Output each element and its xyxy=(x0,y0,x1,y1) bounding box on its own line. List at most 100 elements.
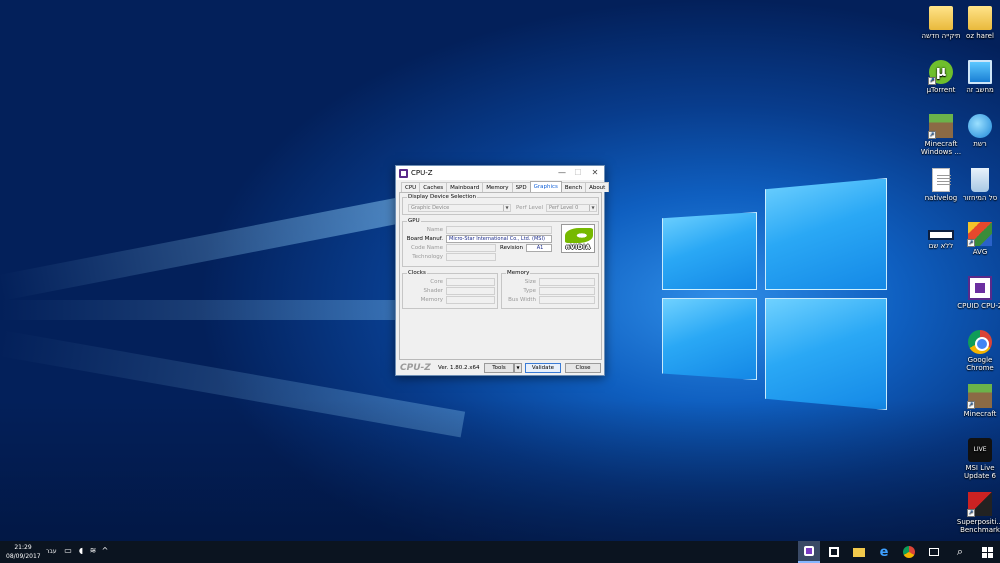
desktop-icon-avg[interactable]: ↗ AVG xyxy=(953,222,1000,256)
close-button[interactable]: Close xyxy=(565,363,601,373)
core-clock-field xyxy=(446,278,495,286)
tab-about[interactable]: About xyxy=(585,182,610,192)
window-titlebar[interactable]: CPU-Z — ☐ ✕ xyxy=(396,166,604,180)
revision-field: A1 xyxy=(526,244,552,252)
taskbar-chrome[interactable] xyxy=(898,541,920,563)
taskbar-task-view[interactable] xyxy=(923,541,945,563)
tab-caches[interactable]: Caches xyxy=(419,182,448,192)
minecraft-icon: ↗ xyxy=(967,384,992,409)
action-center-icon[interactable]: ▭ xyxy=(63,546,73,556)
shader-clock-field xyxy=(446,287,495,295)
folder-icon xyxy=(929,6,953,30)
windows-logo-pane xyxy=(765,298,887,410)
task-view-icon xyxy=(929,548,939,556)
window-footer: CPU-Z Ver. 1.80.2.x64 Tools ▼ Validate C… xyxy=(396,361,604,375)
desktop-icon-oz-harel[interactable]: oz harel xyxy=(953,6,1000,40)
device-select[interactable]: Graphic Device ▼ xyxy=(408,204,511,212)
memory-clock-field xyxy=(446,296,495,304)
clock-date: 08/09/2017 xyxy=(6,553,41,560)
taskbar-edge[interactable]: e xyxy=(873,541,895,563)
shortcut-arrow-icon: ↗ xyxy=(967,401,975,409)
chevron-down-icon: ▼ xyxy=(589,205,596,211)
tab-spd[interactable]: SPD xyxy=(511,182,531,192)
superposition-icon: ↗ xyxy=(967,492,992,517)
device-select-value: Graphic Device xyxy=(411,205,450,211)
language-indicator[interactable]: עבר xyxy=(46,548,57,555)
close-window-button[interactable]: ✕ xyxy=(587,166,603,180)
graphics-panel: Display Device Selection Graphic Device … xyxy=(399,192,602,360)
maximize-button[interactable]: ☐ xyxy=(570,166,586,180)
desktop-icon-label: AVG xyxy=(972,248,988,256)
taskbar-search[interactable]: ⌕ xyxy=(948,541,972,563)
desktop-icon-label: oz harel xyxy=(966,32,994,40)
gpu-name-field xyxy=(446,226,552,234)
taskbar-store[interactable] xyxy=(823,541,845,563)
nvidia-logo-text: nVIDIA xyxy=(565,244,591,251)
tab-bench[interactable]: Bench xyxy=(560,182,587,192)
desktop-icon-network[interactable]: רשת xyxy=(953,114,1000,148)
desktop-icon-label: ללא שם xyxy=(928,242,954,250)
desktop-icon-recycle-bin[interactable]: סל המיחזור xyxy=(953,168,1000,202)
desktop-icon-label: סל המיחזור xyxy=(962,194,998,202)
cpuz-window[interactable]: CPU-Z — ☐ ✕ CPU Caches Mainboard Memory … xyxy=(395,165,610,376)
desktop-icon-label: Superpositi... Benchmark xyxy=(956,518,1000,534)
validate-button[interactable]: Validate xyxy=(525,363,561,373)
recycle-bin-icon xyxy=(971,168,989,192)
group-label: Display Device Selection xyxy=(407,194,477,201)
shortcut-arrow-icon: ↗ xyxy=(928,77,936,85)
tab-mainboard[interactable]: Mainboard xyxy=(446,182,484,192)
perf-level-select[interactable]: Perf Level 0 ▼ xyxy=(546,204,597,212)
nvidia-eye-icon xyxy=(565,228,593,243)
memory-clock-label: Memory xyxy=(420,297,443,303)
minimize-button[interactable]: — xyxy=(554,166,570,180)
chrome-icon xyxy=(903,546,915,558)
cpuz-app-icon xyxy=(399,168,408,178)
shortcut-arrow-icon: ↗ xyxy=(967,509,975,517)
perf-level-value: Perf Level 0 xyxy=(549,205,579,211)
taskbar-cpuz[interactable] xyxy=(798,541,820,563)
desktop-icon-msi-live-update[interactable]: LIVE MSI Live Update 6 xyxy=(953,438,1000,480)
desktop-icon-minecraft[interactable]: ↗ Minecraft xyxy=(953,384,1000,418)
clock-time: 21:29 xyxy=(14,544,32,551)
taskbar: 21:29 08/09/2017 עבר ▭ ◖ ≋ ^ e ⌕ xyxy=(0,541,1000,563)
shortcut-arrow-icon: ↗ xyxy=(967,239,975,247)
tab-cpu[interactable]: CPU xyxy=(401,182,421,192)
start-button[interactable] xyxy=(975,541,1000,563)
desktop-icon-this-pc[interactable]: מחשב זה xyxy=(953,60,1000,94)
perf-level-label: Perf Level xyxy=(516,205,543,211)
desktop-icon-cpuid-cpuz[interactable]: CPUID CPU-Z xyxy=(953,276,1000,310)
revision-label: Revision xyxy=(500,245,523,251)
folder-icon xyxy=(853,547,865,557)
memory-group: Memory Size Type Bus Width xyxy=(501,270,599,309)
technology-field xyxy=(446,253,496,261)
chrome-icon xyxy=(968,330,992,354)
tools-dropdown-icon[interactable]: ▼ xyxy=(514,363,522,373)
version-label: Ver. 1.80.2.x64 xyxy=(438,365,480,371)
shortcut-arrow-icon: ↗ xyxy=(928,131,936,139)
tab-memory[interactable]: Memory xyxy=(482,182,513,192)
taskbar-clock[interactable]: 21:29 08/09/2017 xyxy=(6,543,41,561)
search-icon: ⌕ xyxy=(956,545,964,558)
desktop-icon-superposition[interactable]: ↗ Superpositi... Benchmark xyxy=(953,492,1000,534)
group-label: Clocks xyxy=(407,270,427,277)
code-name-label: Code Name xyxy=(410,245,443,251)
windows-logo-pane xyxy=(662,212,757,290)
document-icon xyxy=(932,168,951,192)
edge-icon: e xyxy=(879,544,889,560)
blank-shortcut-icon xyxy=(928,230,954,240)
network-tray-icon[interactable]: ≋ xyxy=(88,546,98,556)
bus-width-label: Bus Width xyxy=(508,297,536,303)
floor-shadow xyxy=(0,400,1000,541)
window-title: CPU-Z xyxy=(411,169,433,177)
chevron-down-icon: ▼ xyxy=(503,205,510,211)
tab-graphics[interactable]: Graphics xyxy=(529,181,562,192)
show-hidden-icons-icon[interactable]: ^ xyxy=(100,546,110,556)
windows-logo-pane xyxy=(662,298,757,380)
tools-button[interactable]: Tools xyxy=(484,363,514,373)
taskbar-file-explorer[interactable] xyxy=(848,541,870,563)
code-name-field xyxy=(446,244,496,252)
volume-icon[interactable]: ◖ xyxy=(76,546,86,556)
technology-label: Technology xyxy=(412,254,443,260)
desktop-icon-google-chrome[interactable]: Google Chrome xyxy=(953,330,1000,372)
avg-icon: ↗ xyxy=(967,222,992,247)
